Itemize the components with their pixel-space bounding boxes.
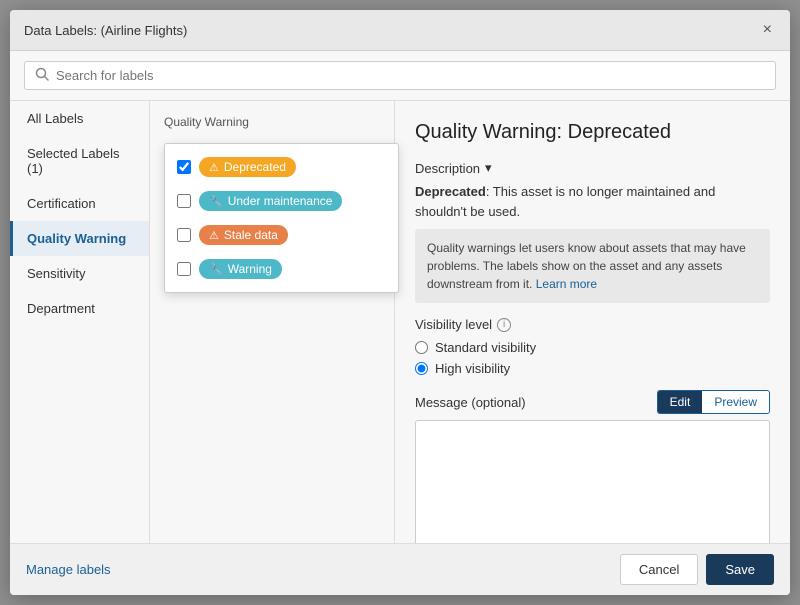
radio-high-visibility[interactable]: High visibility (415, 361, 770, 376)
maintenance-icon: 🔧 (209, 195, 223, 208)
dropdown-item-deprecated[interactable]: ⚠ Deprecated (165, 150, 398, 184)
radio-standard-visibility[interactable]: Standard visibility (415, 340, 770, 355)
message-textarea[interactable] (415, 420, 770, 543)
sidebar-item-sensitivity[interactable]: Sensitivity (10, 256, 149, 291)
dropdown-item-stale-data[interactable]: ⚠ Stale data (165, 218, 398, 252)
modal: Data Labels: (Airline Flights) × All Lab… (10, 10, 790, 595)
message-label-row: Message (optional) Edit Preview (415, 390, 770, 414)
manage-labels-link[interactable]: Manage labels (26, 562, 111, 577)
checkbox-stale-data[interactable] (177, 228, 191, 242)
badge-warning[interactable]: 🔧 Warning (199, 259, 282, 279)
sidebar: All Labels Selected Labels (1) Certifica… (10, 101, 150, 543)
badge-stale-data[interactable]: ⚠ Stale data (199, 225, 288, 245)
search-bar (10, 51, 790, 101)
edit-tab-button[interactable]: Edit (658, 391, 703, 413)
visibility-label: Visibility level i (415, 317, 770, 332)
preview-tab-button[interactable]: Preview (702, 391, 769, 413)
sidebar-item-quality-warning[interactable]: Quality Warning (10, 221, 149, 256)
footer-buttons: Cancel Save (620, 554, 774, 585)
search-input[interactable] (56, 68, 765, 83)
detail-title: Quality Warning: Deprecated (415, 121, 770, 144)
cancel-button[interactable]: Cancel (620, 554, 698, 585)
content-area: Quality Warning ⚠ Deprecated (150, 101, 790, 543)
checkbox-under-maintenance[interactable] (177, 194, 191, 208)
description-section: Description ▾ Deprecated: This asset is … (415, 160, 770, 303)
message-section: Message (optional) Edit Preview (415, 390, 770, 543)
search-icon (35, 67, 49, 84)
labels-panel: Quality Warning ⚠ Deprecated (150, 101, 395, 543)
labels-panel-title: Quality Warning (164, 115, 380, 129)
checkbox-deprecated[interactable] (177, 160, 191, 174)
sidebar-item-all-labels[interactable]: All Labels (10, 101, 149, 136)
description-note: Quality warnings let users know about as… (415, 229, 770, 303)
save-button[interactable]: Save (706, 554, 774, 585)
chevron-down-icon: ▾ (485, 160, 492, 176)
modal-title: Data Labels: (Airline Flights) (24, 23, 187, 38)
dropdown-item-warning[interactable]: 🔧 Warning (165, 252, 398, 286)
visibility-radio-group: Standard visibility High visibility (415, 340, 770, 376)
radio-standard-input[interactable] (415, 341, 428, 354)
sidebar-item-department[interactable]: Department (10, 291, 149, 326)
badge-under-maintenance[interactable]: 🔧 Under maintenance (199, 191, 342, 211)
badge-deprecated[interactable]: ⚠ Deprecated (199, 157, 296, 177)
deprecated-icon: ⚠ (209, 161, 219, 174)
description-toggle[interactable]: Description ▾ (415, 160, 770, 176)
close-button[interactable]: × (759, 20, 776, 40)
sidebar-item-certification[interactable]: Certification (10, 186, 149, 221)
learn-more-link[interactable]: Learn more (536, 277, 597, 291)
info-icon: i (497, 318, 511, 332)
message-tab-buttons: Edit Preview (657, 390, 770, 414)
checkbox-warning[interactable] (177, 262, 191, 276)
labels-dropdown: ⚠ Deprecated 🔧 Under maintenance (164, 143, 399, 293)
description-text: Deprecated: This asset is no longer main… (415, 182, 770, 221)
stale-icon: ⚠ (209, 229, 219, 242)
modal-footer: Manage labels Cancel Save (10, 543, 790, 595)
modal-header: Data Labels: (Airline Flights) × (10, 10, 790, 51)
warning-icon: 🔧 (209, 263, 223, 276)
modal-body: All Labels Selected Labels (1) Certifica… (10, 101, 790, 543)
radio-high-input[interactable] (415, 362, 428, 375)
visibility-section: Visibility level i Standard visibility H… (415, 317, 770, 376)
detail-panel: Quality Warning: Deprecated Description … (395, 101, 790, 543)
sidebar-item-selected-labels[interactable]: Selected Labels (1) (10, 136, 149, 186)
search-input-wrap (24, 61, 776, 90)
message-label: Message (optional) (415, 395, 526, 410)
dropdown-item-under-maintenance[interactable]: 🔧 Under maintenance (165, 184, 398, 218)
